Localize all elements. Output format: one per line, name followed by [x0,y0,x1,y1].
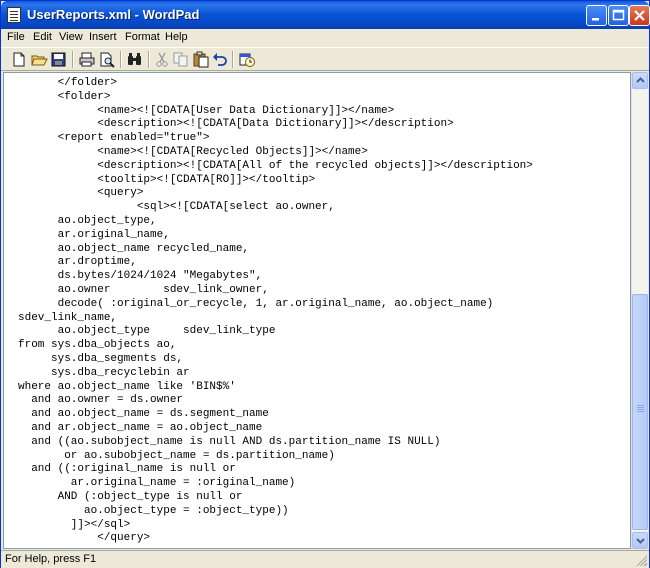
toolbar-separator [120,51,122,68]
code-line: ao.object_name recycled_name, [57,242,250,255]
close-button[interactable] [629,5,650,26]
menu-format[interactable]: Format [125,31,160,43]
code-line: and ((:original_name is null or [31,463,236,476]
title-bar[interactable]: UserReports.xml - WordPad [1,1,650,29]
code-line: </folder> [57,77,118,89]
code-line: where ao.object_name like 'BIN$%' [18,380,236,393]
document-editor[interactable]: </folder> <folder> <name><![CDATA[User D… [3,72,631,549]
arrow-up-icon [636,77,645,83]
find-icon[interactable] [126,51,144,68]
cut-icon[interactable] [153,51,171,68]
code-line: <name><![CDATA[User Data Dictionary]]></… [97,104,395,117]
code-line: ao.owner sdev_link_owner, [57,283,269,296]
code-line: <description><![CDATA[Data Dictionary]]>… [97,118,454,131]
toolbar-separator [72,51,74,68]
scrollbar-thumb[interactable] [632,294,648,530]
code-line: <report enabled="true"> [57,132,210,145]
code-line: </query> [97,532,151,545]
maximize-button[interactable] [608,5,629,26]
menu-file[interactable]: File [7,31,25,43]
save-icon[interactable] [50,51,68,68]
toolbar-separator [148,51,150,68]
toolbar [1,47,649,71]
menu-edit[interactable]: Edit [33,31,52,43]
code-line: <name><![CDATA[Recycled Objects]]></name… [97,145,368,158]
code-line: ar.droptime, [57,256,137,269]
menu-bar: File Edit View Insert Format Help [1,29,649,47]
code-line: sdev_link_name, [18,311,118,324]
print-preview-icon[interactable] [98,51,116,68]
code-line: ao.object_type, [57,214,157,227]
wordpad-document-icon[interactable] [7,7,21,23]
scroll-down-button[interactable] [632,532,648,549]
wordpad-window: UserReports.xml - WordPad File Edit View… [0,0,650,568]
code-line: and ao.object_name = ds.segment_name [31,408,269,421]
code-line: <folder> [57,90,111,103]
scroll-up-button[interactable] [632,72,648,89]
code-line: ao.object_type = :object_type)) [84,504,289,517]
code-line: or ao.subobject_name = ds.partition_name… [64,449,335,462]
code-line: <sql><![CDATA[select ao.owner, [136,201,335,214]
code-line: and ar.object_name = ao.object_name [31,421,263,434]
code-line: <tooltip><![CDATA[RO]]></tooltip> [97,173,316,186]
code-line: from sys.dba_objects ao, [18,339,177,352]
paste-icon[interactable] [192,51,210,68]
code-line: ao.object_type sdev_link_type [57,325,276,338]
minimize-button[interactable] [586,5,607,26]
code-line: ar.original_name, [57,228,170,241]
code-line: ds.bytes/1024/1024 "Megabytes", [57,270,263,283]
menu-help[interactable]: Help [165,31,188,43]
copy-icon[interactable] [172,51,190,68]
code-line: sys.dba_recyclebin ar [51,366,190,379]
code-line: and ((ao.subobject_name is null AND ds.p… [31,435,441,448]
print-icon[interactable] [78,51,96,68]
code-line: <query> [97,187,144,200]
code-line: decode( :original_or_recycle, 1, ar.orig… [57,297,494,310]
menu-view[interactable]: View [59,31,83,43]
code-line: ar.original_name = :original_name) [70,477,296,490]
open-icon[interactable] [30,51,48,68]
grip-lines [637,405,644,406]
code-line: ]]></sql> [70,518,131,531]
status-bar: For Help, press F1 [1,550,649,568]
new-icon[interactable] [10,51,28,68]
menu-insert[interactable]: Insert [89,31,117,43]
code-line: and ao.owner = ds.owner [31,394,184,407]
code-line: AND (:object_type is null or [57,490,243,503]
document-text[interactable]: </folder> <folder> <name><![CDATA[User D… [18,77,533,546]
code-line: sys.dba_segments ds, [51,352,184,365]
vertical-scrollbar[interactable] [631,72,648,549]
resize-grip-icon[interactable] [635,554,647,566]
code-line: <description><![CDATA[All of the recycle… [97,159,533,172]
window-title: UserReports.xml - WordPad [27,7,200,22]
status-text: For Help, press F1 [5,553,97,565]
toolbar-separator [232,51,234,68]
arrow-down-icon [636,538,645,544]
date-time-icon[interactable] [238,51,256,68]
undo-icon[interactable] [211,51,229,68]
